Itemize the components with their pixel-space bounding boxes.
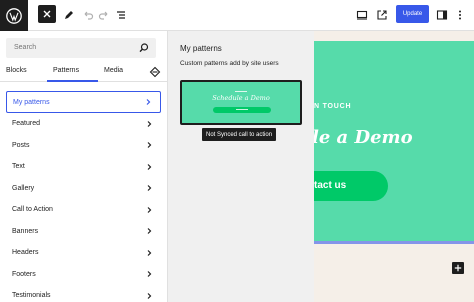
pattern-category-panel: My patterns Custom patterns add by site … <box>168 31 314 302</box>
preview-button-text-line <box>236 109 248 110</box>
hero-eyebrow-text[interactable]: N TOUCH <box>314 103 351 110</box>
block-inserter-panel: Search Blocks Patterns Media My patterns… <box>0 31 168 302</box>
desktop-icon <box>356 10 368 20</box>
category-label: Headers <box>12 249 39 257</box>
redo-icon <box>98 11 108 20</box>
category-label: Posts <box>12 141 30 149</box>
hero-cta-button[interactable]: tact us <box>314 171 388 201</box>
category-my-patterns[interactable]: My patterns <box>6 91 161 113</box>
block-selection-border <box>314 241 474 244</box>
category-label: Featured <box>12 120 41 128</box>
chevron-right-icon <box>147 271 152 278</box>
category-testimonials[interactable]: Testimonials <box>6 285 161 302</box>
preview-button-shape <box>213 107 271 113</box>
preview-title: Schedule a Demo <box>212 94 270 102</box>
tab-blocks[interactable]: Blocks <box>6 67 27 74</box>
close-inserter-button[interactable] <box>38 5 56 23</box>
category-label: Call to Action <box>12 206 53 214</box>
undo-icon <box>84 11 94 20</box>
pattern-explorer-icon[interactable] <box>149 66 161 78</box>
chevron-right-icon <box>147 292 152 299</box>
category-label: Banners <box>12 227 39 235</box>
document-overview-button[interactable] <box>112 6 130 24</box>
chevron-right-icon <box>147 120 152 127</box>
chevron-right-icon <box>147 249 152 256</box>
panel-title: My patterns <box>180 44 222 53</box>
hero-cover-block[interactable]: N TOUCH le a Demo tact us <box>314 41 474 241</box>
chevron-right-icon <box>147 228 152 235</box>
hero-cta-label: tact us <box>314 180 347 191</box>
list-view-icon <box>117 11 125 19</box>
inserter-tabs: Blocks Patterns Media <box>0 63 168 82</box>
pattern-preview-card[interactable]: Schedule a Demo <box>180 80 302 125</box>
category-posts[interactable]: Posts <box>6 135 161 157</box>
category-label: Footers <box>12 270 36 278</box>
search-input[interactable]: Search <box>6 38 156 58</box>
editor-canvas[interactable]: N TOUCH le a Demo tact us <box>314 31 474 302</box>
category-label: Testimonials <box>12 292 51 300</box>
close-icon <box>43 10 51 18</box>
wordpress-logo-icon[interactable] <box>0 0 28 31</box>
pencil-icon <box>65 11 73 19</box>
active-tab-indicator <box>47 80 98 82</box>
settings-button[interactable] <box>433 6 451 24</box>
more-vertical-icon <box>459 10 461 20</box>
tools-button[interactable] <box>60 6 78 24</box>
tab-media[interactable]: Media <box>104 67 123 74</box>
chevron-right-icon <box>147 142 152 149</box>
pattern-tooltip: Not Synced call to action <box>202 128 277 141</box>
hero-title[interactable]: le a Demo <box>314 127 413 148</box>
category-call-to-action[interactable]: Call to Action <box>6 199 161 221</box>
chevron-right-icon <box>146 99 151 105</box>
category-banners[interactable]: Banners <box>6 221 161 243</box>
tab-patterns[interactable]: Patterns <box>53 67 79 74</box>
view-post-button[interactable] <box>373 6 391 24</box>
sidebar-icon <box>436 10 448 20</box>
chevron-right-icon <box>147 163 152 170</box>
preview-button[interactable] <box>353 6 371 24</box>
search-placeholder: Search <box>14 44 37 51</box>
options-button[interactable] <box>451 6 469 24</box>
editor-toolbar: Update <box>0 0 474 31</box>
redo-button[interactable] <box>95 6 113 24</box>
category-label: Text <box>12 163 25 171</box>
category-footers[interactable]: Footers <box>6 264 161 286</box>
external-link-icon <box>377 10 387 20</box>
search-icon <box>139 43 149 53</box>
preview-eyebrow-line <box>235 91 247 92</box>
category-featured[interactable]: Featured <box>6 113 161 135</box>
category-headers[interactable]: Headers <box>6 242 161 264</box>
category-gallery[interactable]: Gallery <box>6 178 161 200</box>
pattern-category-list: My patterns Featured Posts Text Gallery … <box>6 91 161 302</box>
add-block-button[interactable] <box>452 262 464 274</box>
category-label: Gallery <box>12 184 35 192</box>
chevron-right-icon <box>147 185 152 192</box>
update-button[interactable]: Update <box>396 5 429 23</box>
panel-subtitle: Custom patterns add by site users <box>180 60 279 67</box>
plus-icon <box>454 264 462 272</box>
category-label: My patterns <box>13 98 50 106</box>
chevron-right-icon <box>147 206 152 213</box>
category-text[interactable]: Text <box>6 156 161 178</box>
